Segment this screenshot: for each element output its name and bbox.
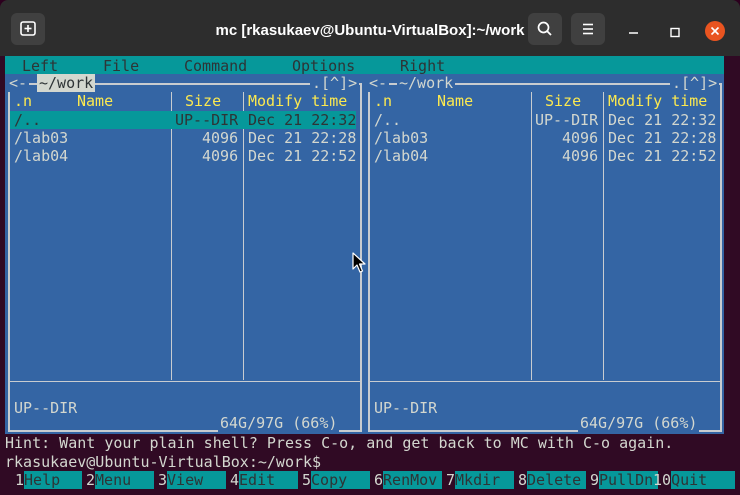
fkey-number: 3 (158, 471, 168, 489)
maximize-button[interactable] (664, 22, 686, 44)
mc-menu-bar: Left File Command Options Right (5, 56, 724, 75)
right-panel-disk-usage: 64G/97G (66%) (578, 414, 700, 432)
left-col-sort[interactable]: .n (14, 92, 32, 110)
left-selected-row[interactable]: /.. UP--DIR Dec 21 22:32 (10, 111, 356, 129)
right-panel-corner[interactable]: .[^]> (670, 74, 720, 92)
close-icon (705, 21, 725, 41)
left-panel-corner[interactable]: .[^]> (310, 74, 360, 92)
minimize-button[interactable] (623, 22, 645, 44)
fkey-number: 4 (230, 471, 240, 489)
fkey-label: Quit (671, 471, 736, 489)
left-col-divider-2 (243, 92, 244, 380)
fkey-pulldn[interactable]: 9PullDn (590, 471, 659, 489)
file-size: 4096 (202, 147, 239, 165)
minimize-icon (629, 32, 638, 34)
left-col-size[interactable]: Size (185, 92, 221, 110)
right-col-size[interactable]: Size (545, 92, 581, 110)
right-status-divider (370, 381, 720, 382)
search-button[interactable] (528, 13, 562, 45)
right-col-name[interactable]: Name (437, 92, 473, 110)
close-button[interactable] (704, 20, 726, 42)
function-key-bar: 1Help 2Menu 3View 4Edit 5Copy 6RenMov 7M… (0, 471, 740, 489)
menu-file[interactable]: File (103, 57, 139, 75)
fkey-label: PullDn (599, 471, 659, 489)
fkey-mkdir[interactable]: 7Mkdir (446, 471, 515, 489)
file-name: /lab04 (14, 147, 69, 165)
right-panel-status: UP--DIR (374, 399, 438, 417)
fkey-number: 8 (518, 471, 528, 489)
left-panel-arrow[interactable]: <- (7, 74, 30, 92)
menu-options[interactable]: Options (292, 57, 355, 75)
hamburger-menu-button[interactable] (571, 13, 605, 45)
fkey-label: View (167, 471, 227, 489)
file-name: /lab03 (374, 129, 429, 147)
fkey-copy[interactable]: 5Copy (302, 471, 371, 489)
left-col-divider-1 (171, 92, 172, 380)
menu-command[interactable]: Command (184, 57, 247, 75)
fkey-label: RenMov (383, 471, 443, 489)
right-panel-arrow[interactable]: <- (367, 74, 390, 92)
maximize-icon (670, 27, 680, 38)
left-panel-disk-usage: 64G/97G (66%) (218, 414, 340, 432)
fkey-number: 9 (590, 471, 600, 489)
fkey-delete[interactable]: 8Delete (518, 471, 587, 489)
fkey-help[interactable]: 1Help (15, 471, 83, 489)
right-col-time[interactable]: Modify time (608, 92, 707, 110)
file-size: 4096 (202, 129, 239, 147)
fkey-menu[interactable]: 2Menu (86, 471, 155, 489)
file-time: Dec 21 22:32 (608, 111, 717, 129)
file-time: Dec 21 22:52 (248, 147, 357, 165)
right-panel-path[interactable]: ~/work (397, 74, 456, 92)
file-size: UP--DIR (535, 111, 599, 129)
fkey-number: 1 (15, 471, 25, 489)
right-col-divider-1 (531, 92, 532, 380)
fkey-label: Help (24, 471, 83, 489)
file-size: 4096 (562, 129, 599, 147)
fkey-label: Edit (239, 471, 299, 489)
fkey-label: Copy (311, 471, 371, 489)
fkey-quit[interactable]: 10Quit (653, 471, 736, 489)
file-name: /lab03 (14, 129, 69, 147)
menu-left[interactable]: Left (22, 57, 58, 75)
mouse-pointer-icon (352, 252, 366, 273)
file-name: /.. (374, 111, 402, 129)
file-time: Dec 21 22:52 (608, 147, 717, 165)
file-time: Dec 21 22:32 (248, 111, 357, 129)
file-time: Dec 21 22:28 (248, 129, 357, 147)
search-icon (537, 21, 552, 36)
fkey-number: 7 (446, 471, 456, 489)
fkey-number: 10 (653, 471, 672, 489)
fkey-label: Menu (95, 471, 155, 489)
file-name: /lab04 (374, 147, 429, 165)
file-name: /.. (14, 111, 42, 129)
window-titlebar: mc [rkasukaev@Ubuntu-VirtualBox]:~/work (0, 0, 740, 56)
file-size: 4096 (562, 147, 599, 165)
fkey-number: 6 (374, 471, 384, 489)
left-panel-status: UP--DIR (14, 399, 78, 417)
fkey-edit[interactable]: 4Edit (230, 471, 299, 489)
left-status-divider (10, 381, 360, 382)
hamburger-menu-icon (583, 23, 593, 35)
shell-prompt[interactable]: rkasukaev@Ubuntu-VirtualBox:~/work$ (5, 453, 321, 471)
menu-right[interactable]: Right (400, 57, 445, 75)
file-time: Dec 21 22:28 (608, 129, 717, 147)
file-size: UP--DIR (175, 111, 239, 129)
left-col-time[interactable]: Modify time (248, 92, 347, 110)
right-col-divider-2 (603, 92, 604, 380)
fkey-renmov[interactable]: 6RenMov (374, 471, 443, 489)
fkey-number: 2 (86, 471, 96, 489)
fkey-label: Delete (527, 471, 587, 489)
left-panel-path[interactable]: ~/work (37, 74, 96, 92)
terminal-area[interactable]: Left File Command Options Right <- ~/wor… (0, 56, 740, 495)
fkey-number: 5 (302, 471, 312, 489)
fkey-label: Mkdir (455, 471, 515, 489)
fkey-view[interactable]: 3View (158, 471, 227, 489)
hint-line: Hint: Want your plain shell? Press C-o, … (5, 434, 674, 452)
left-col-name[interactable]: Name (77, 92, 113, 110)
right-col-sort[interactable]: .n (374, 92, 392, 110)
